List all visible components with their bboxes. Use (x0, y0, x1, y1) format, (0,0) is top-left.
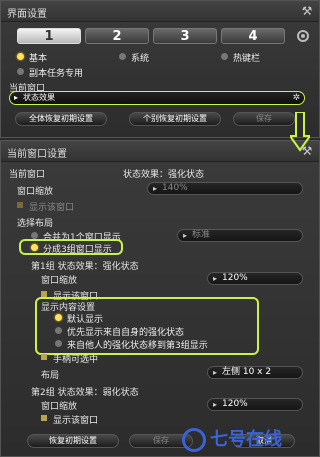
move-others-radio[interactable]: 来自他人的强化状态移到第3组显示 (55, 338, 208, 351)
split-radio[interactable]: 分成3组窗口显示 (31, 242, 112, 255)
radio-system[interactable]: 系统 (119, 51, 149, 64)
layout2-label: 布局 (41, 371, 60, 381)
current-window-label: 当前窗口 (9, 170, 46, 180)
down-arrow-icon (290, 112, 310, 152)
layout-label: 选择布局 (17, 219, 54, 229)
tab-2[interactable]: 2 (85, 28, 149, 44)
tab-1[interactable]: 1 (17, 28, 81, 44)
show-window-checkbox[interactable]: 显示该窗口 (17, 200, 74, 213)
group1-zoom-label: 窗口缩放 (41, 276, 78, 286)
gear-icon[interactable] (297, 30, 309, 42)
tab-3[interactable]: 3 (153, 28, 217, 44)
play-icon: ▸ (14, 93, 19, 102)
zoom-label: 窗口缩放 (17, 187, 54, 197)
reset-single-button[interactable]: 个别恢复初期设置 (129, 112, 221, 126)
reset-all-button[interactable]: 全体恢复初期设置 (15, 112, 107, 126)
group2-show-checkbox[interactable]: 显示该窗口 (41, 413, 98, 426)
priority-self-radio[interactable]: 优先显示来自自身的强化状态 (55, 325, 184, 338)
current-window-value: 状态效果：强化状态 (123, 170, 205, 180)
reset-button[interactable]: 恢复初期设置 (27, 434, 119, 448)
current-window-select[interactable]: ▸ 状态效果 ✲ (9, 91, 305, 105)
default-display-radio[interactable]: 默认显示 (55, 312, 103, 325)
title-bar[interactable]: 界面设置 ⚒ (1, 1, 319, 22)
current-window-value: 状态效果 (23, 93, 55, 102)
save-button[interactable]: 保存 (233, 112, 295, 126)
tab-4[interactable]: 4 (221, 28, 285, 44)
current-window-settings-panel: 当前窗口设置 ⚒ 当前窗口 状态效果：强化状态 窗口缩放 140% 显示该窗口 … (0, 140, 320, 457)
handle-select-checkbox[interactable]: 手柄可选中 (41, 352, 98, 365)
radio-dungeon[interactable]: 副本任务专用 (17, 66, 83, 79)
radio-basic[interactable]: 基本 (17, 51, 47, 64)
group2-zoom-label: 窗口缩放 (41, 402, 78, 412)
title-bar[interactable]: 当前窗口设置 ⚒ (1, 141, 319, 162)
group1-title: 第1组 状态效果：强化状态 (31, 262, 139, 272)
radio-hotbar[interactable]: 热键栏 (221, 51, 260, 64)
layout2-select[interactable]: 左侧 10 x 2 (207, 366, 303, 379)
interface-settings-panel: 界面设置 ⚒ 1 2 3 4 基本 系统 热键栏 副本任务专用 当前窗口 ▸ 状… (0, 0, 320, 138)
group2-zoom-select[interactable]: 120% (207, 398, 303, 411)
zoom-select[interactable]: 140% (147, 182, 303, 195)
watermark-text: 七号在线 (210, 429, 282, 450)
group1-zoom-select[interactable]: 120% (207, 272, 303, 285)
panel-title: 界面设置 (7, 9, 47, 20)
watermark-icon (182, 428, 206, 452)
watermark-logo: 七号在线 (182, 426, 316, 454)
settings-gear-icon[interactable]: ✲ (292, 92, 300, 104)
panel-title: 当前窗口设置 (7, 149, 67, 160)
group2-title: 第2组 状态效果：弱化状态 (31, 388, 139, 398)
tools-icon[interactable]: ⚒ (300, 4, 314, 18)
merge-select[interactable]: 标准 (177, 229, 303, 242)
